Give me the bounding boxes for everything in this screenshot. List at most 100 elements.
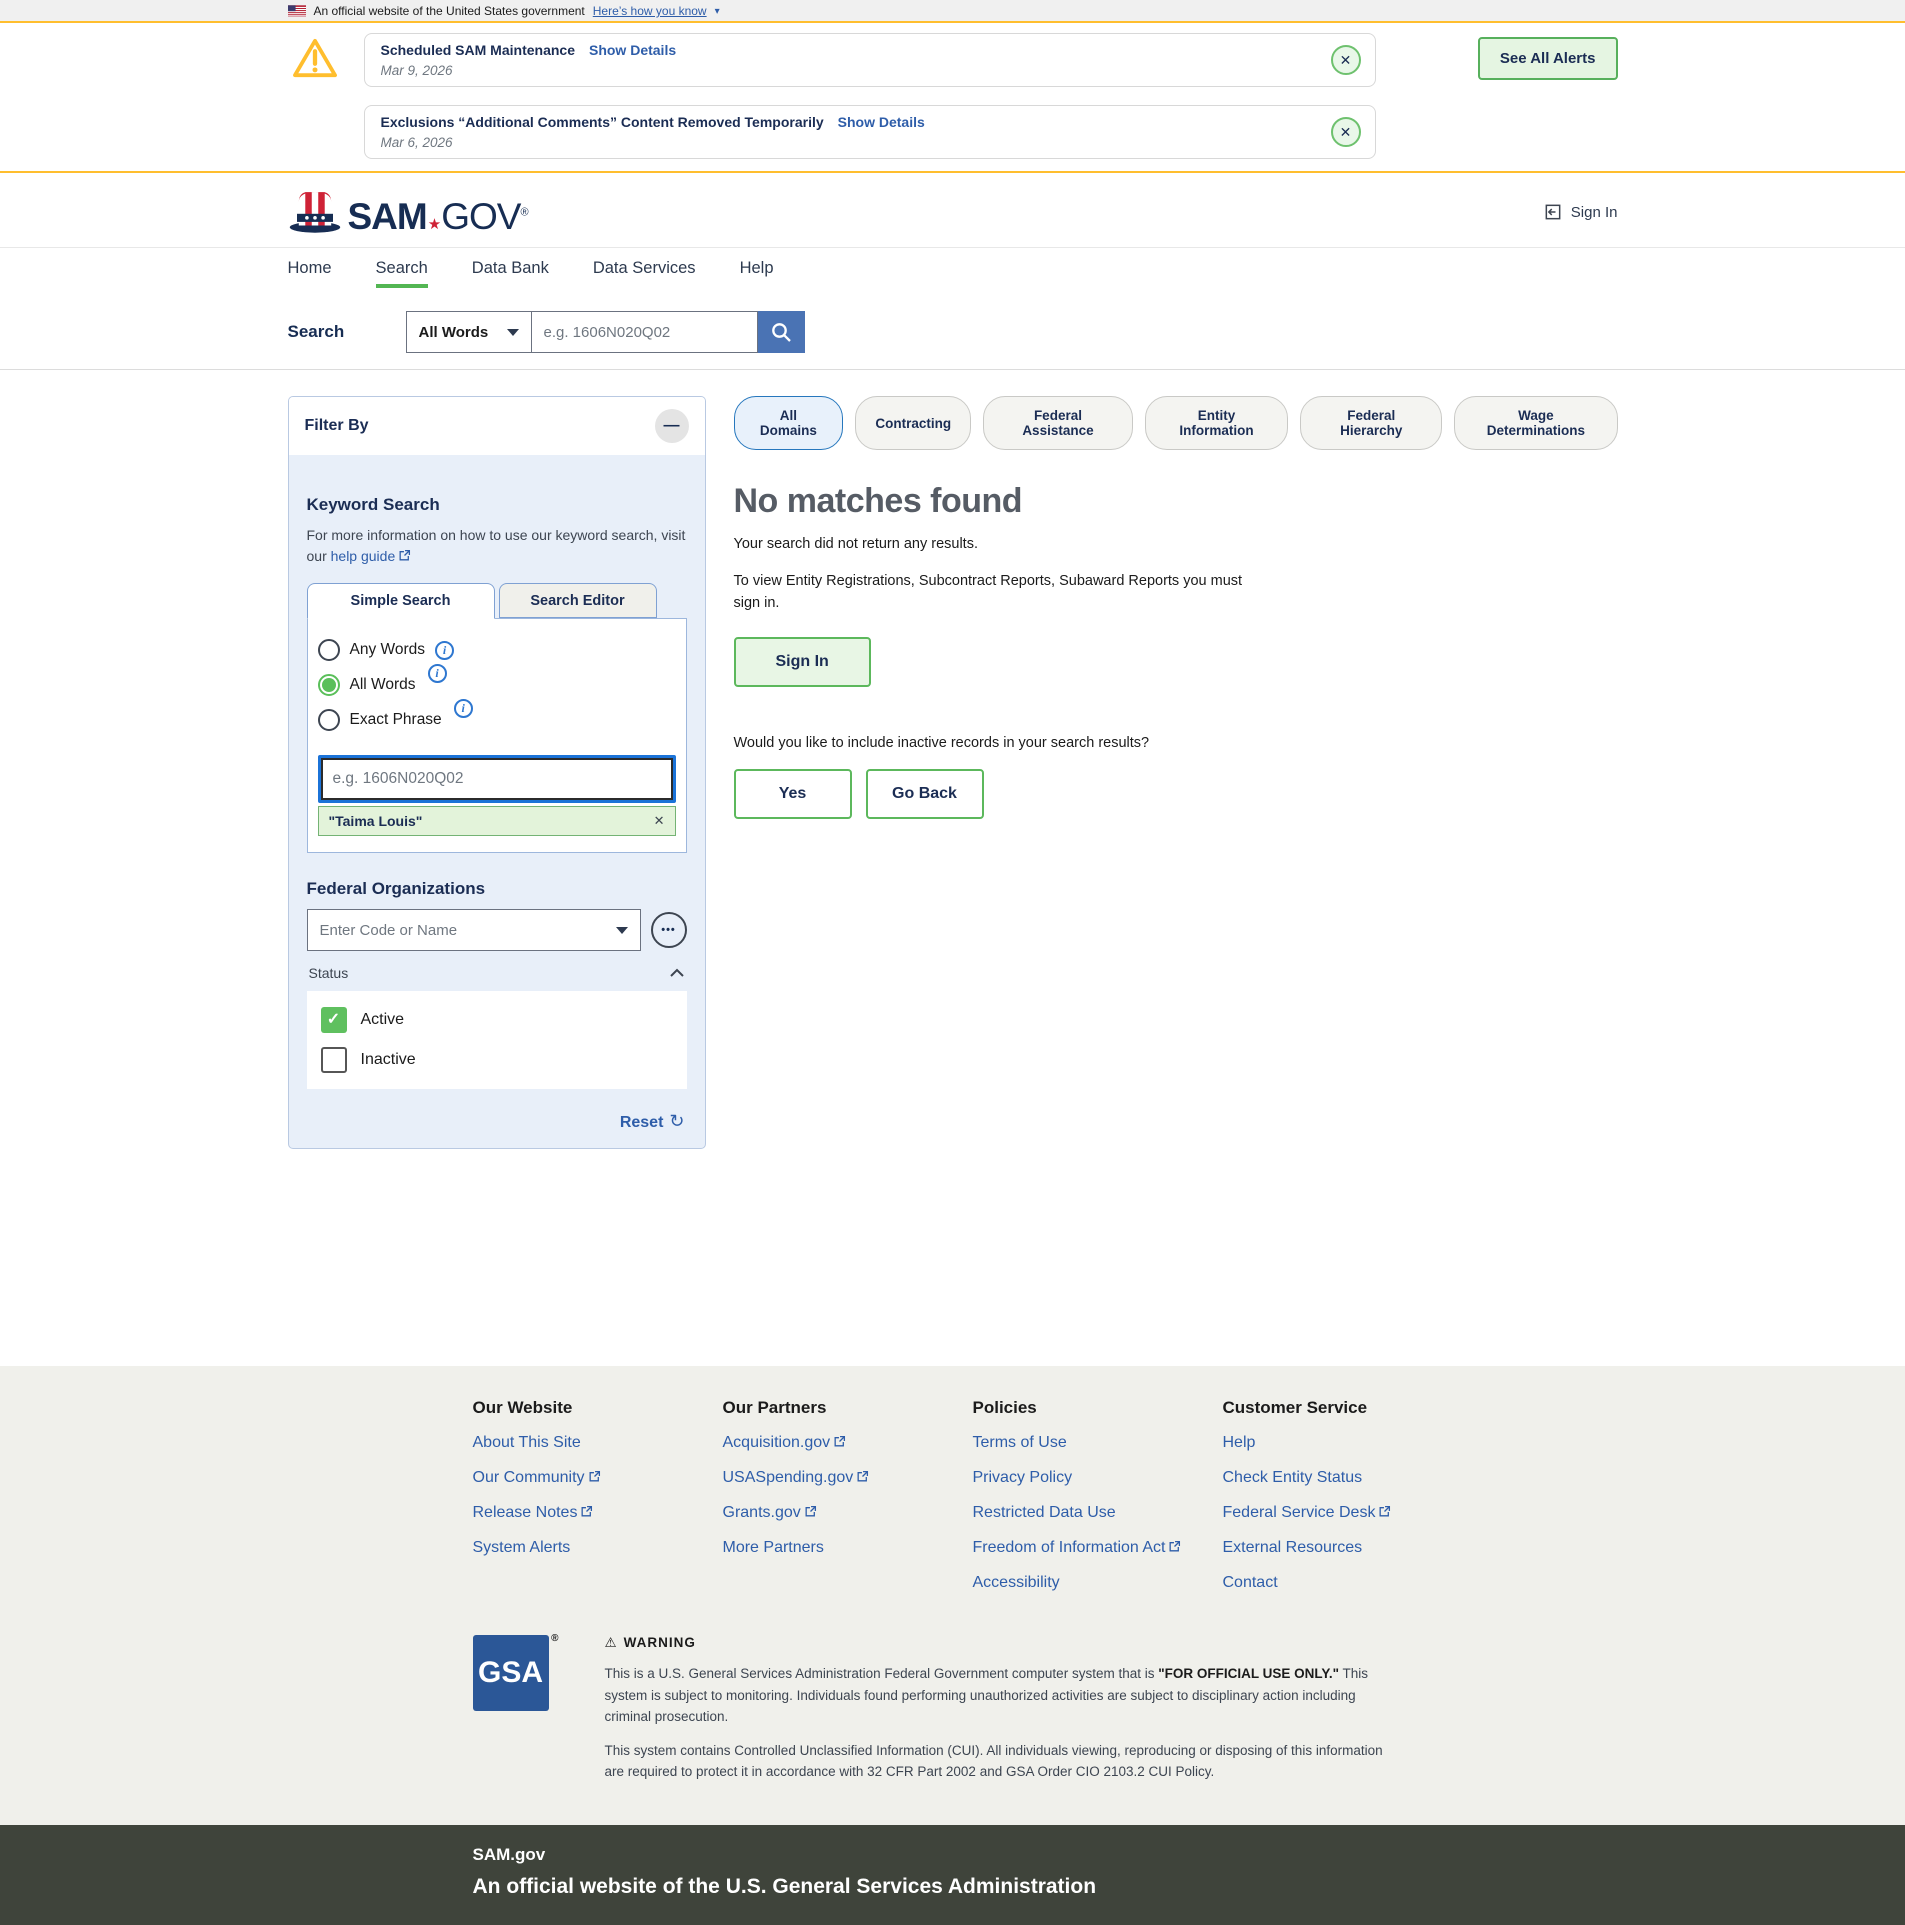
alert-show-details-link[interactable]: Show Details <box>838 114 925 130</box>
domain-pill-entity-information[interactable]: Entity Information <box>1145 396 1288 450</box>
footer-link-terms-of-use[interactable]: Terms of Use <box>973 1434 1223 1452</box>
federal-org-input[interactable] <box>320 922 560 939</box>
alerts-section: Scheduled SAM Maintenance Show Details Ma… <box>0 23 1905 173</box>
site-header: SAM★GOV® Sign In <box>0 173 1905 247</box>
footer-link-system-alerts[interactable]: System Alerts <box>473 1539 723 1557</box>
footer-link-our-community[interactable]: Our Community <box>473 1469 723 1487</box>
checkbox-inactive[interactable] <box>321 1047 347 1073</box>
sign-in-label: Sign In <box>1571 204 1618 221</box>
domain-pill-contracting[interactable]: Contracting <box>855 396 971 450</box>
us-flag-icon <box>288 5 306 17</box>
radio-all-words-label[interactable]: All Words <box>350 676 416 694</box>
banner-how-link[interactable]: Here’s how you know <box>593 4 707 18</box>
info-icon[interactable]: i <box>428 664 447 683</box>
chevron-down-icon <box>616 927 628 934</box>
keyword-search-input[interactable] <box>321 758 673 800</box>
footer-link-more-partners[interactable]: More Partners <box>723 1539 973 1557</box>
alert-close-button[interactable]: ✕ <box>1331 45 1361 75</box>
footer-link-accessibility[interactable]: Accessibility <box>973 1574 1223 1592</box>
radio-exact-phrase[interactable] <box>318 709 340 731</box>
alert-show-details-link[interactable]: Show Details <box>589 42 676 58</box>
footer-link-usaspending-gov[interactable]: USASpending.gov <box>723 1469 973 1487</box>
org-more-options-button[interactable]: ••• <box>651 912 687 948</box>
global-search-input[interactable] <box>532 311 758 353</box>
nav-item-help[interactable]: Help <box>740 259 774 288</box>
info-icon[interactable]: i <box>454 699 473 718</box>
help-guide-link[interactable]: help guide <box>331 548 412 564</box>
footer-col-our-website: Our Website About This Site Our Communit… <box>473 1398 723 1609</box>
footer-col-policies: Policies Terms of Use Privacy Policy Res… <box>973 1398 1223 1609</box>
nav-item-data-bank[interactable]: Data Bank <box>472 259 549 288</box>
footer-link-external-resources[interactable]: External Resources <box>1223 1539 1433 1557</box>
footer-link-restricted-data-use[interactable]: Restricted Data Use <box>973 1504 1223 1522</box>
domain-pill-federal-hierarchy[interactable]: Federal Hierarchy <box>1300 396 1442 450</box>
chevron-up-icon[interactable] <box>669 968 685 978</box>
nav-item-home[interactable]: Home <box>288 259 332 288</box>
identifier-subtitle: An official website of the U.S. General … <box>473 1875 1433 1899</box>
external-link-icon <box>1168 1540 1181 1553</box>
radio-all-words[interactable] <box>318 674 340 696</box>
collapse-panel-button[interactable]: — <box>655 409 689 443</box>
alert-exclusions: Exclusions “Additional Comments” Content… <box>364 105 1376 159</box>
footer-link-foia[interactable]: Freedom of Information Act <box>973 1539 1223 1557</box>
alert-title: Exclusions “Additional Comments” Content… <box>381 114 824 130</box>
footer-link-federal-service-desk[interactable]: Federal Service Desk <box>1223 1504 1433 1522</box>
radio-exact-phrase-label[interactable]: Exact Phrase <box>350 711 442 729</box>
domain-pill-all-domains[interactable]: All Domains <box>734 396 844 450</box>
info-icon[interactable]: i <box>435 641 454 660</box>
logo-registered-mark: ® <box>520 207 527 219</box>
search-mode-select[interactable]: All Words <box>406 311 532 353</box>
warning-paragraph-1: This is a U.S. General Services Administ… <box>605 1663 1405 1728</box>
yes-button[interactable]: Yes <box>734 769 852 819</box>
radio-any-words[interactable] <box>318 639 340 661</box>
no-results-message: Your search did not return any results. <box>734 536 1618 552</box>
tab-simple-search[interactable]: Simple Search <box>307 583 495 619</box>
alert-title: Scheduled SAM Maintenance <box>381 42 575 58</box>
footer-link-help[interactable]: Help <box>1223 1434 1433 1452</box>
checkbox-active[interactable]: ✓ <box>321 1007 347 1033</box>
search-icon <box>769 320 793 344</box>
system-warning: ⚠WARNING This is a U.S. General Services… <box>605 1635 1405 1783</box>
logo-sam-text: SAM <box>348 196 427 237</box>
checkbox-active-label[interactable]: Active <box>361 1011 405 1029</box>
footer-link-privacy-policy[interactable]: Privacy Policy <box>973 1469 1223 1487</box>
domain-pill-federal-assistance[interactable]: Federal Assistance <box>983 396 1133 450</box>
footer-heading: Our Partners <box>723 1398 973 1418</box>
nav-item-data-services[interactable]: Data Services <box>593 259 696 288</box>
checkbox-inactive-label[interactable]: Inactive <box>361 1051 416 1069</box>
footer-link-release-notes[interactable]: Release Notes <box>473 1504 723 1522</box>
warning-triangle-icon <box>292 37 338 79</box>
go-back-button[interactable]: Go Back <box>866 769 984 819</box>
footer-link-check-entity-status[interactable]: Check Entity Status <box>1223 1469 1433 1487</box>
federal-org-combobox[interactable] <box>307 909 641 951</box>
primary-nav: Home Search Data Bank Data Services Help <box>0 247 1905 297</box>
see-all-alerts-button[interactable]: See All Alerts <box>1478 37 1618 80</box>
external-link-icon <box>1378 1505 1391 1518</box>
gsa-logo: GSA ® <box>473 1635 549 1711</box>
footer-link-contact[interactable]: Contact <box>1223 1574 1433 1592</box>
radio-any-words-label[interactable]: Any Words <box>350 641 426 659</box>
agency-identifier: SAM.gov An official website of the U.S. … <box>0 1825 1905 1925</box>
search-submit-button[interactable] <box>758 311 805 353</box>
external-link-icon <box>398 549 411 562</box>
footer-link-grants-gov[interactable]: Grants.gov <box>723 1504 973 1522</box>
domain-pill-wage-determinations[interactable]: Wage Determinations <box>1454 396 1617 450</box>
sign-in-button[interactable]: Sign In <box>734 637 871 687</box>
filter-panel: Filter By — Keyword Search For more info… <box>288 396 706 1149</box>
keyword-tag-text: "Taima Louis" <box>329 813 423 829</box>
sign-in-link[interactable]: Sign In <box>1543 202 1618 222</box>
chevron-down-icon: ▾ <box>715 6 720 17</box>
main-content: Filter By — Keyword Search For more info… <box>0 370 1905 1366</box>
remove-tag-button[interactable]: ✕ <box>654 813 665 829</box>
footer-link-about-this-site[interactable]: About This Site <box>473 1434 723 1452</box>
keyword-search-heading: Keyword Search <box>307 495 687 515</box>
reset-filters-link[interactable]: Reset↻ <box>620 1114 685 1131</box>
nav-item-search[interactable]: Search <box>376 259 428 288</box>
identifier-title: SAM.gov <box>473 1845 1433 1865</box>
sam-gov-logo[interactable]: SAM★GOV® <box>288 189 528 235</box>
alert-date: Mar 6, 2026 <box>381 135 1315 150</box>
footer-heading: Customer Service <box>1223 1398 1433 1418</box>
footer-link-acquisition-gov[interactable]: Acquisition.gov <box>723 1434 973 1452</box>
tab-search-editor[interactable]: Search Editor <box>499 583 657 618</box>
alert-close-button[interactable]: ✕ <box>1331 117 1361 147</box>
